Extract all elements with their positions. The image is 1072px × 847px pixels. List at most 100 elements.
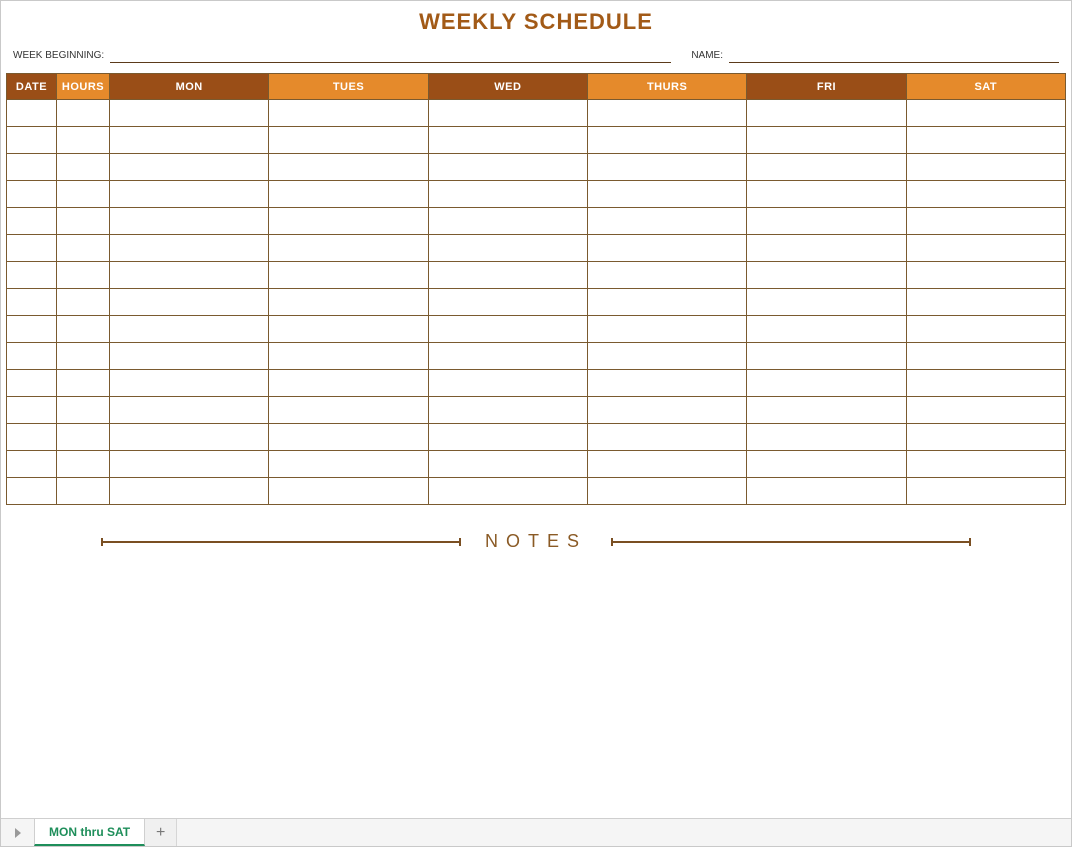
schedule-cell[interactable] <box>269 289 428 316</box>
schedule-cell[interactable] <box>57 235 110 262</box>
schedule-cell[interactable] <box>110 316 269 343</box>
schedule-cell[interactable] <box>110 127 269 154</box>
schedule-cell[interactable] <box>906 424 1065 451</box>
schedule-cell[interactable] <box>428 235 587 262</box>
schedule-cell[interactable] <box>110 397 269 424</box>
sheet-tab-active[interactable]: MON thru SAT <box>34 819 145 846</box>
schedule-cell[interactable] <box>587 289 746 316</box>
schedule-cell[interactable] <box>110 235 269 262</box>
add-sheet-button[interactable]: + <box>145 819 177 846</box>
schedule-cell[interactable] <box>428 154 587 181</box>
schedule-cell[interactable] <box>747 100 906 127</box>
schedule-cell[interactable] <box>587 127 746 154</box>
schedule-cell[interactable] <box>906 235 1065 262</box>
schedule-cell[interactable] <box>57 154 110 181</box>
schedule-cell[interactable] <box>428 370 587 397</box>
schedule-cell[interactable] <box>269 316 428 343</box>
schedule-cell[interactable] <box>110 451 269 478</box>
schedule-cell[interactable] <box>7 181 57 208</box>
schedule-cell[interactable] <box>587 262 746 289</box>
schedule-cell[interactable] <box>587 397 746 424</box>
schedule-cell[interactable] <box>428 424 587 451</box>
schedule-cell[interactable] <box>57 208 110 235</box>
schedule-cell[interactable] <box>269 181 428 208</box>
schedule-cell[interactable] <box>906 154 1065 181</box>
schedule-cell[interactable] <box>428 478 587 505</box>
schedule-cell[interactable] <box>428 343 587 370</box>
schedule-cell[interactable] <box>110 343 269 370</box>
schedule-cell[interactable] <box>747 451 906 478</box>
schedule-cell[interactable] <box>747 289 906 316</box>
schedule-cell[interactable] <box>269 154 428 181</box>
schedule-cell[interactable] <box>7 397 57 424</box>
schedule-cell[interactable] <box>57 424 110 451</box>
schedule-cell[interactable] <box>57 397 110 424</box>
schedule-cell[interactable] <box>57 289 110 316</box>
schedule-cell[interactable] <box>7 208 57 235</box>
schedule-cell[interactable] <box>747 478 906 505</box>
schedule-cell[interactable] <box>906 478 1065 505</box>
schedule-cell[interactable] <box>269 424 428 451</box>
schedule-cell[interactable] <box>269 262 428 289</box>
schedule-cell[interactable] <box>7 262 57 289</box>
schedule-cell[interactable] <box>110 289 269 316</box>
schedule-cell[interactable] <box>747 343 906 370</box>
schedule-cell[interactable] <box>747 370 906 397</box>
schedule-cell[interactable] <box>57 127 110 154</box>
schedule-cell[interactable] <box>747 127 906 154</box>
schedule-cell[interactable] <box>587 478 746 505</box>
schedule-cell[interactable] <box>906 370 1065 397</box>
schedule-cell[interactable] <box>7 235 57 262</box>
schedule-cell[interactable] <box>110 154 269 181</box>
schedule-cell[interactable] <box>747 154 906 181</box>
schedule-cell[interactable] <box>269 343 428 370</box>
schedule-cell[interactable] <box>110 262 269 289</box>
schedule-cell[interactable] <box>587 100 746 127</box>
schedule-cell[interactable] <box>7 451 57 478</box>
schedule-cell[interactable] <box>269 208 428 235</box>
schedule-cell[interactable] <box>7 289 57 316</box>
schedule-cell[interactable] <box>906 181 1065 208</box>
schedule-cell[interactable] <box>269 451 428 478</box>
schedule-cell[interactable] <box>269 370 428 397</box>
schedule-cell[interactable] <box>587 424 746 451</box>
schedule-cell[interactable] <box>110 478 269 505</box>
schedule-cell[interactable] <box>110 181 269 208</box>
schedule-cell[interactable] <box>57 262 110 289</box>
schedule-cell[interactable] <box>747 235 906 262</box>
schedule-cell[interactable] <box>110 208 269 235</box>
schedule-cell[interactable] <box>428 181 587 208</box>
name-input-line[interactable] <box>729 49 1059 63</box>
schedule-cell[interactable] <box>428 262 587 289</box>
schedule-cell[interactable] <box>110 424 269 451</box>
schedule-cell[interactable] <box>428 289 587 316</box>
schedule-cell[interactable] <box>57 100 110 127</box>
schedule-cell[interactable] <box>428 397 587 424</box>
schedule-cell[interactable] <box>57 343 110 370</box>
schedule-cell[interactable] <box>747 208 906 235</box>
schedule-cell[interactable] <box>428 451 587 478</box>
schedule-cell[interactable] <box>7 154 57 181</box>
schedule-cell[interactable] <box>57 370 110 397</box>
tab-scroll-right-button[interactable] <box>1 819 35 846</box>
schedule-cell[interactable] <box>747 316 906 343</box>
schedule-cell[interactable] <box>57 316 110 343</box>
schedule-cell[interactable] <box>906 343 1065 370</box>
schedule-cell[interactable] <box>747 424 906 451</box>
schedule-cell[interactable] <box>7 424 57 451</box>
schedule-cell[interactable] <box>269 100 428 127</box>
schedule-cell[interactable] <box>110 370 269 397</box>
schedule-cell[interactable] <box>269 127 428 154</box>
schedule-cell[interactable] <box>587 235 746 262</box>
schedule-cell[interactable] <box>587 343 746 370</box>
schedule-cell[interactable] <box>906 208 1065 235</box>
schedule-cell[interactable] <box>906 262 1065 289</box>
schedule-cell[interactable] <box>747 262 906 289</box>
schedule-cell[interactable] <box>269 397 428 424</box>
schedule-cell[interactable] <box>906 100 1065 127</box>
schedule-cell[interactable] <box>110 100 269 127</box>
schedule-cell[interactable] <box>906 397 1065 424</box>
schedule-cell[interactable] <box>57 451 110 478</box>
schedule-cell[interactable] <box>587 181 746 208</box>
schedule-cell[interactable] <box>587 451 746 478</box>
